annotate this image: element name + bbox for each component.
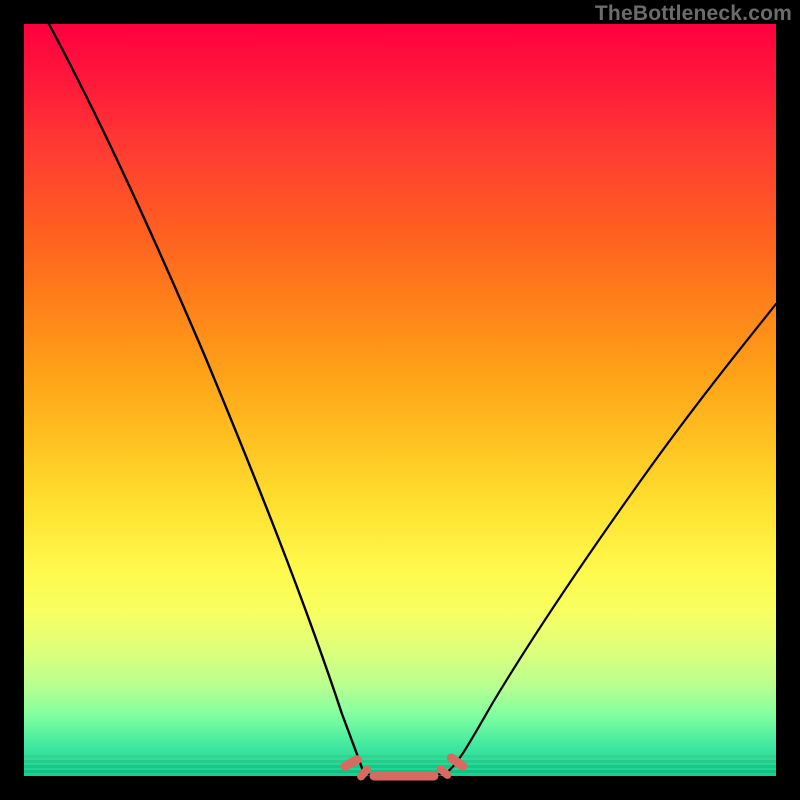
valley-bar <box>370 772 438 780</box>
tick-blob-left-lower <box>356 765 372 782</box>
tick-blob-left-upper <box>339 754 362 771</box>
watermark-text: TheBottleneck.com <box>595 2 792 26</box>
curve-layer <box>24 24 776 776</box>
valley-markers <box>339 752 468 781</box>
response-curve-left <box>24 0 364 774</box>
response-curve-right <box>444 304 776 774</box>
tick-blob-right-upper <box>446 752 469 771</box>
chart-stage: TheBottleneck.com <box>0 0 800 800</box>
